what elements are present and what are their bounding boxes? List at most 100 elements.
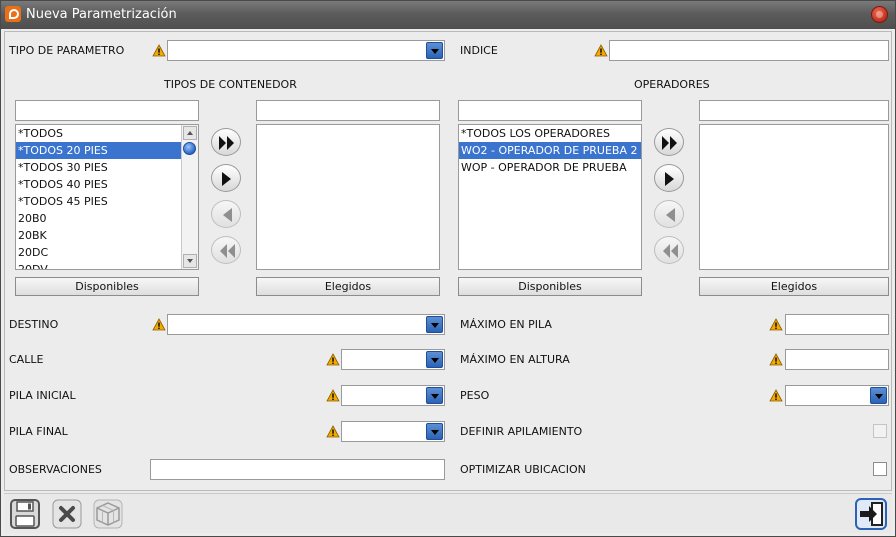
warning-triangle-icon [769,389,783,402]
tipo-parametro-label: TIPO DE PARAMETRO [9,44,125,57]
contenedor-elegidos-filter[interactable] [256,100,440,121]
list-item[interactable]: *TODOS LOS OPERADORES [459,125,641,142]
warning-triangle-icon [594,44,608,57]
move-right-button[interactable] [211,164,241,192]
destino-select[interactable] [167,314,445,335]
scroll-up-icon[interactable] [183,126,197,140]
cube-button[interactable] [92,498,124,530]
maximo-altura-label: MÁXIMO EN ALTURA [460,353,570,366]
double-left-arrow-icon [220,244,235,258]
exit-arrow-icon [855,498,887,530]
contenedor-disponibles-filter[interactable] [15,100,199,121]
list-item[interactable]: 20DV [16,261,198,269]
list-item[interactable]: 20BK [16,227,198,244]
optimizar-ubicacion-checkbox[interactable] [873,462,887,476]
operadores-disponibles-filter[interactable] [458,100,642,121]
maximo-pila-input[interactable] [785,314,889,335]
peso-label: PESO [460,389,490,402]
exit-button[interactable] [855,498,887,530]
chevron-down-icon[interactable] [426,351,443,368]
operadores-disponibles-list[interactable]: *TODOS LOS OPERADORES WO2 - OPERADOR DE … [458,124,642,270]
warning-triangle-icon [326,353,340,366]
operadores-elegidos-button[interactable]: Elegidos [699,277,889,296]
peso-select[interactable] [785,385,889,406]
close-button[interactable] [871,6,888,23]
list-item[interactable]: *TODOS 40 PIES [16,176,198,193]
calle-select[interactable] [341,349,445,370]
optimizar-ubicacion-label: OPTIMIZAR UBICACION [460,463,586,476]
operadores-elegidos-filter[interactable] [699,100,889,121]
move-all-left-button[interactable] [654,236,684,264]
list-item[interactable]: WOP - OPERADOR DE PRUEBA [459,159,641,176]
definir-apilamiento-label: DEFINIR APILAMIENTO [460,425,583,438]
list-item[interactable]: *TODOS 30 PIES [16,159,198,176]
list-item[interactable]: 20DC [16,244,198,261]
window: Nueva Parametrización TIPO DE PARAMETRO … [0,0,896,537]
definir-apilamiento-checkbox[interactable] [873,424,887,438]
operadores-title: OPERADORES [634,78,710,91]
x-icon [52,499,82,529]
scroll-down-icon[interactable] [183,254,197,268]
contenedor-elegidos-list[interactable] [256,124,440,270]
list-item[interactable]: *TODOS 20 PIES [16,142,198,159]
indice-input[interactable] [609,40,889,61]
form-panel: TIPO DE PARAMETRO INDICE TIPOS DE CONTEN… [4,31,892,491]
pila-final-label: PILA FINAL [9,425,68,438]
warning-triangle-icon [326,389,340,402]
double-right-arrow-icon [219,136,234,150]
move-left-button[interactable] [654,200,684,228]
move-all-right-button[interactable] [654,128,684,156]
chevron-down-icon[interactable] [870,387,887,404]
destino-label: DESTINO [9,318,59,331]
left-arrow-icon [223,208,232,222]
left-arrow-icon [666,208,675,222]
pila-inicial-select[interactable] [341,385,445,406]
list-item[interactable]: 20B0 [16,210,198,227]
observaciones-input[interactable] [150,459,445,480]
maximo-altura-input[interactable] [785,349,889,370]
operadores-elegidos-list[interactable] [699,124,889,270]
scroll-thumb[interactable] [183,142,196,155]
warning-triangle-icon [326,425,340,438]
bottom-toolbar [4,493,892,533]
cube-icon [93,499,123,529]
cancel-button[interactable] [51,498,83,530]
move-all-left-button[interactable] [211,236,241,264]
title-bar: Nueva Parametrización [1,1,895,29]
contenedor-disponibles-list[interactable]: *TODOS *TODOS 20 PIES *TODOS 30 PIES *TO… [15,124,199,270]
pila-inicial-label: PILA INICIAL [9,389,76,402]
right-arrow-icon [222,172,231,186]
calle-label: CALLE [9,353,44,366]
maximo-pila-label: MÁXIMO EN PILA [460,318,552,331]
list-item[interactable]: WO2 - OPERADOR DE PRUEBA 2 [459,142,641,159]
observaciones-label: OBSERVACIONES [9,463,102,476]
floppy-disk-icon [10,499,40,529]
operadores-disponibles-button[interactable]: Disponibles [458,277,642,296]
vertical-scrollbar[interactable] [181,125,198,269]
warning-triangle-icon [152,318,166,331]
chevron-down-icon[interactable] [426,387,443,404]
right-arrow-icon [665,172,674,186]
tipos-contenedor-title: TIPOS DE CONTENEDOR [164,78,297,91]
chevron-down-icon[interactable] [426,316,443,333]
app-logo-icon [5,6,21,22]
warning-triangle-icon [769,318,783,331]
contenedor-disponibles-button[interactable]: Disponibles [15,277,199,296]
move-all-right-button[interactable] [211,128,241,156]
warning-triangle-icon [152,44,166,57]
pila-final-select[interactable] [341,421,445,442]
save-button[interactable] [9,498,41,530]
list-item[interactable]: *TODOS 45 PIES [16,193,198,210]
double-right-arrow-icon [662,136,677,150]
indice-label: INDICE [460,44,498,57]
move-right-button[interactable] [654,164,684,192]
list-item[interactable]: *TODOS [16,125,198,142]
tipo-parametro-select[interactable] [167,40,445,61]
warning-triangle-icon [769,353,783,366]
window-title: Nueva Parametrización [26,7,177,22]
chevron-down-icon[interactable] [426,42,443,59]
double-left-arrow-icon [663,244,678,258]
contenedor-elegidos-button[interactable]: Elegidos [256,277,440,296]
chevron-down-icon[interactable] [426,423,443,440]
move-left-button[interactable] [211,200,241,228]
